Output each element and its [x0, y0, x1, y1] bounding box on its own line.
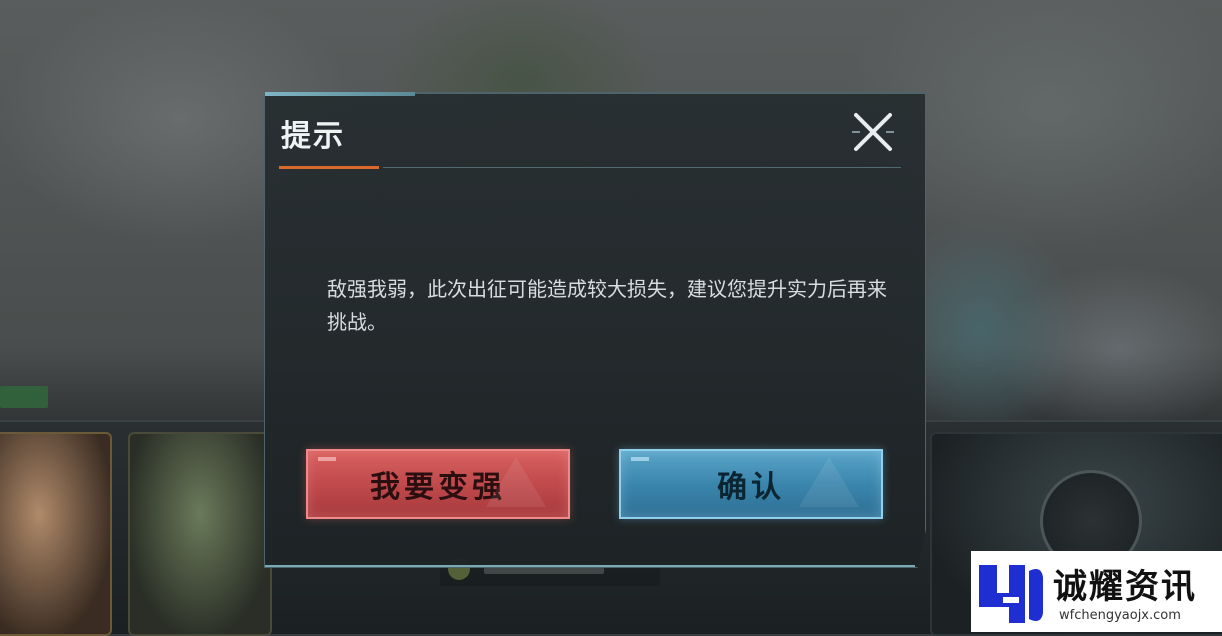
button-corner-tag — [318, 457, 336, 461]
dialog-message: 敌强我弱，此次出征可能造成较大损失，建议您提升实力后再来挑战。 — [327, 277, 887, 334]
button-decoration — [486, 457, 546, 507]
confirm-button[interactable]: 确认 — [619, 449, 883, 519]
button-corner-tag — [631, 457, 649, 461]
watermark-logo-icon — [979, 565, 1043, 623]
title-underline — [279, 166, 379, 169]
become-stronger-button[interactable]: 我要变强 — [306, 449, 570, 519]
dialog-top-accent — [265, 92, 415, 96]
watermark-name: 诚耀资讯 — [1053, 567, 1197, 607]
confirm-label: 确认 — [717, 470, 785, 505]
watermark-url: wfchengyaojx.com — [1059, 608, 1181, 623]
watermark: 诚耀资讯 wfchengyaojx.com — [971, 551, 1222, 632]
close-x-icon — [852, 113, 894, 151]
alert-dialog: 提示 敌强我弱，此次出征可能造成较大损失，建议您提升实力后再来挑战。 我要变强 … — [264, 92, 926, 568]
title-divider — [383, 167, 901, 168]
hero-card[interactable] — [128, 432, 272, 636]
button-decoration — [799, 457, 859, 507]
close-button[interactable] — [850, 109, 896, 155]
background-status-tag — [0, 386, 48, 408]
hero-card[interactable] — [0, 432, 112, 636]
dialog-bottom-line — [265, 565, 915, 567]
dialog-title: 提示 — [281, 119, 345, 154]
dialog-top-line — [415, 92, 925, 94]
